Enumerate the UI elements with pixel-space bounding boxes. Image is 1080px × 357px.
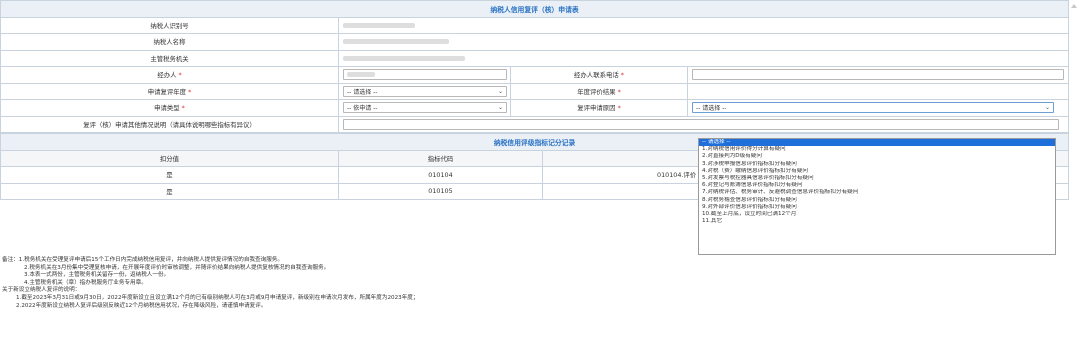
agent-cell: [338, 66, 511, 84]
dropdown-option[interactable]: 9.对外部评价信息评价指标扣分有疑问: [699, 204, 1055, 211]
review-reason-label: 复评申请原因: [577, 104, 616, 113]
row-score: 是: [0, 182, 339, 200]
application-table: 纳税人信用复评（核）申请表 纳税人识别号 纳税人名称 主管税务机关 经办人*: [0, 0, 1070, 133]
required-mark: *: [617, 104, 621, 113]
notes: 备注：1.税务机关在受理复评申请后15个工作日内完成纳税信用复评，并向纳税人提供…: [2, 257, 418, 310]
new-taxpayer-item-2: 2.2022年度新设立纳税人复评后级别反映近12个月纳税信用状况，存在降级风险，…: [16, 302, 267, 309]
scroll-up-arrow-icon[interactable]: [1068, 0, 1080, 12]
col-score-header: 扣分值: [0, 149, 339, 167]
dropdown-option[interactable]: -- 请选择 --: [699, 139, 1055, 147]
form-title: 纳税人信用复评（核）申请表: [0, 0, 1070, 18]
dropdown-option[interactable]: 7.对纳税评估、税务审计、反避税调查信息评价指标扣分有疑问: [699, 189, 1055, 196]
tax-authority-label: 主管税务机关: [0, 49, 339, 67]
required-mark: *: [188, 87, 192, 96]
dropdown-option[interactable]: 6.对登记与账簿信息评价指标扣分有疑问: [699, 182, 1055, 189]
apply-type-select[interactable]: -- 依申请 -- ⌄: [343, 102, 507, 114]
agent-phone-input[interactable]: [692, 69, 1064, 81]
review-reason-selected: -- 请选择 --: [696, 105, 727, 113]
row-score: 是: [0, 166, 339, 184]
review-year-selected: -- 请选择 --: [347, 88, 378, 96]
apply-type-cell: -- 依申请 -- ⌄: [338, 99, 511, 117]
redacted-tax-authority: [343, 55, 465, 61]
agent-label: 经办人: [157, 71, 177, 80]
review-reason-select[interactable]: -- 请选择 -- ⌄: [692, 102, 1054, 114]
note-item-1: 1.税务机关在受理复评申请后15个工作日内完成纳税信用复评，并向纳税人提供复评情…: [18, 257, 283, 263]
annual-result-value: [686, 82, 1070, 100]
notes-prefix: 备注：: [2, 257, 19, 263]
row-code: 010104: [338, 166, 543, 184]
review-reason-cell: -- 请选择 -- ⌄: [686, 99, 1070, 117]
review-reason-label-cell: 复评申请原因 *: [510, 99, 688, 117]
review-reason-dropdown-list[interactable]: -- 请选择 -- 1.对纳税信用评价得分计算有疑问 2.对直接判为D级有疑问 …: [698, 138, 1056, 255]
new-taxpayer-item-1: 1.截至2023年3月31日或9月30日，2022年度新设立且设立满12个月的已…: [16, 294, 419, 301]
review-year-label-cell: 申请复评年度 *: [0, 82, 339, 100]
tax-authority-value: [337, 49, 1070, 67]
dropdown-option[interactable]: 11.其它: [699, 218, 1055, 225]
apply-type-selected: -- 依申请 --: [347, 105, 378, 113]
taxpayer-id-label: 纳税人识别号: [0, 16, 339, 34]
annual-result-label-cell: 年度评价结果 *: [510, 82, 688, 100]
chevron-down-icon: ⌄: [497, 87, 503, 95]
annual-result-label: 年度评价结果: [577, 87, 616, 96]
note-item-3: 3.本表一式两份，主管税务机关留存一份，返纳税人一份。: [24, 272, 170, 279]
explain-label: 复评（核）申请其他情况说明（请具体说明哪些指标有异议）: [0, 115, 339, 133]
taxpayer-name-label: 纳税人名称: [0, 33, 339, 51]
new-taxpayer-title: 关于新设立纳税人复评的说明：: [2, 287, 81, 294]
required-mark: *: [617, 87, 621, 96]
dropdown-option[interactable]: 4.对税（费）缴纳信息评价指标扣分有疑问: [699, 168, 1055, 175]
dropdown-option[interactable]: 3.对涉税申报信息评价指标扣分有疑问: [699, 161, 1055, 168]
apply-type-label-cell: 申请类型 *: [0, 99, 339, 117]
redacted-taxpayer-name: [343, 39, 449, 45]
dropdown-option[interactable]: 2.对直接判为D级有疑问: [699, 153, 1055, 160]
agent-phone-label: 经办人联系电话: [574, 71, 619, 80]
dropdown-option[interactable]: 1.对纳税信用评价得分计算有疑问: [699, 146, 1055, 153]
dropdown-option[interactable]: 8.对税务稽查信息评价指标扣分有疑问: [699, 197, 1055, 204]
redacted-agent-name: [347, 72, 375, 78]
taxpayer-name-value: [337, 33, 1070, 51]
taxpayer-id-value: [337, 16, 1070, 34]
agent-phone-cell: [686, 66, 1070, 84]
agent-label-cell: 经办人 *: [0, 66, 339, 84]
review-year-cell: -- 请选择 -- ⌄: [338, 82, 511, 100]
required-mark: *: [620, 71, 624, 80]
dropdown-option[interactable]: 5.对发票与税控器具信息评价指标扣分有疑问: [699, 175, 1055, 182]
note-line: 备注：1.税务机关在受理复评申请后15个工作日内完成纳税信用复评，并向纳税人提供…: [2, 257, 418, 265]
review-year-label: 申请复评年度: [147, 87, 187, 96]
apply-type-label: 申请类型: [154, 104, 180, 113]
explain-cell: [337, 115, 1070, 133]
required-mark: *: [178, 71, 182, 80]
review-year-select[interactable]: -- 请选择 -- ⌄: [343, 85, 507, 97]
chevron-down-icon: ⌄: [1044, 104, 1050, 112]
chevron-down-icon: ⌄: [497, 104, 503, 112]
col-code-header: 指标代码: [338, 149, 543, 167]
agent-input[interactable]: [343, 69, 507, 81]
explain-input[interactable]: [343, 118, 1059, 130]
required-mark: *: [181, 104, 185, 113]
row-code: 010105: [338, 182, 543, 200]
dropdown-option[interactable]: 10.截至上月底，设立时间已满12个月: [699, 211, 1055, 218]
redacted-taxpayer-id: [343, 22, 415, 28]
agent-phone-label-cell: 经办人联系电话 *: [510, 66, 688, 84]
